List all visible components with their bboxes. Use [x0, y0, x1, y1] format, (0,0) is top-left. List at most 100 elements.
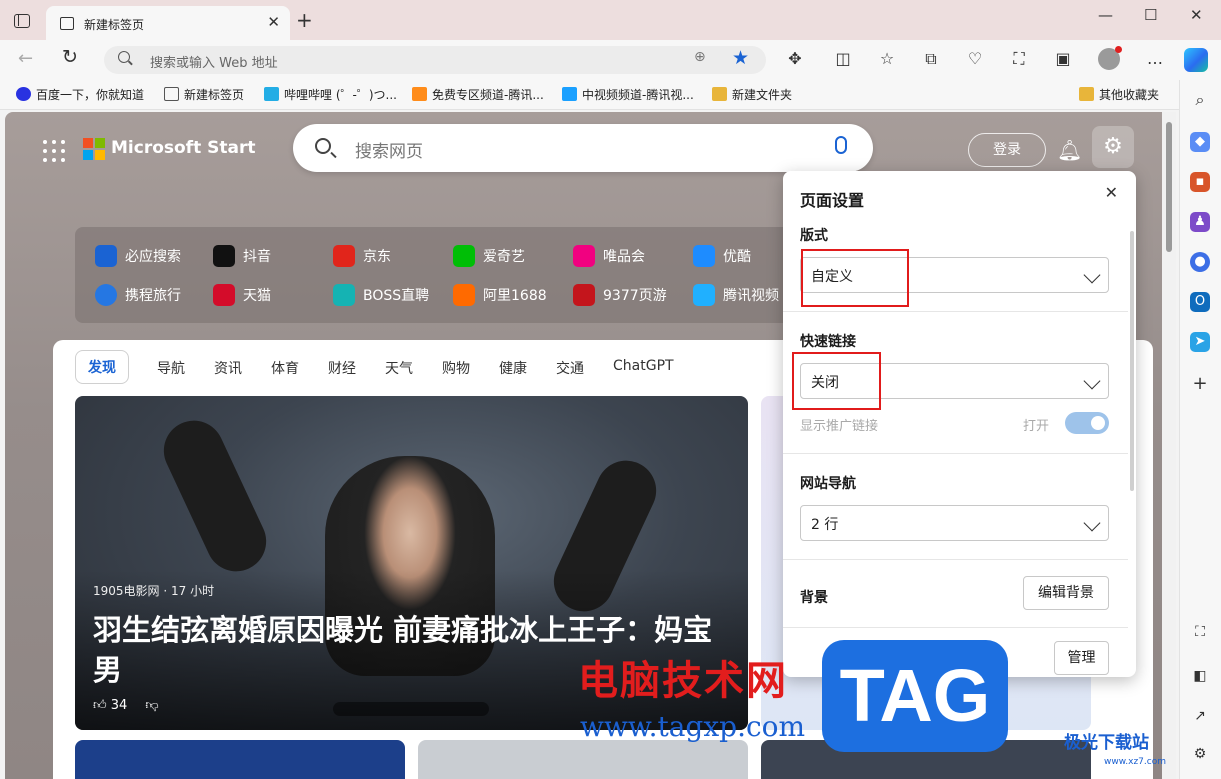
new-tab-button[interactable]: +	[296, 10, 313, 30]
panel-scrollbar[interactable]	[1130, 231, 1134, 491]
news-card-2[interactable]	[418, 740, 748, 779]
feed-tab-nav[interactable]: 导航	[157, 358, 185, 378]
carousel-dots[interactable]	[333, 702, 489, 716]
add-icon[interactable]: +	[1190, 374, 1210, 394]
favorite-bilibili[interactable]: 哔哩哔哩 (゜-゜)つ...	[264, 86, 397, 104]
tab-title: 新建标签页	[84, 18, 145, 32]
feed-tab-discover[interactable]: 发现	[75, 350, 129, 384]
more-options-icon[interactable]: …	[1144, 48, 1166, 70]
tencent-video-icon	[562, 87, 577, 101]
thumbs-up-icon[interactable]: 👍︎	[93, 698, 107, 713]
brand-name: Microsoft Start	[111, 138, 256, 158]
quick-link-boss[interactable]: BOSS直聘	[333, 284, 429, 306]
quick-link-label: 阿里1688	[483, 288, 547, 304]
thumbs-down-icon[interactable]: 👎︎	[145, 698, 158, 713]
extensions-icon[interactable]: ✥	[784, 48, 806, 70]
maximize-button[interactable]: ☐	[1144, 6, 1157, 24]
minimize-button[interactable]: —	[1098, 6, 1113, 24]
sitenav-dropdown[interactable]: 2 行	[800, 505, 1109, 541]
quick-link-tencent-video[interactable]: 腾讯视频	[693, 284, 779, 306]
games-icon[interactable]: ♟	[1190, 212, 1210, 232]
send-icon[interactable]: ➤	[1190, 332, 1210, 352]
search-placeholder: 搜索网页	[355, 142, 423, 162]
search-icon[interactable]: ⌕	[1190, 90, 1210, 110]
quick-link-jd[interactable]: 京东	[333, 245, 391, 267]
divider	[783, 559, 1128, 560]
app-launcher-icon[interactable]	[43, 140, 65, 162]
quick-link-youku[interactable]: 优酷	[693, 245, 751, 267]
favorite-new-folder[interactable]: 新建文件夹	[712, 86, 792, 104]
quick-link-label: 腾讯视频	[723, 288, 779, 304]
baidu-paw-icon	[16, 87, 31, 101]
screenshot-icon[interactable]: ⛶	[1008, 48, 1030, 70]
favorites-icon[interactable]: ☆	[876, 48, 898, 70]
divider	[783, 453, 1128, 454]
sidebar-layout-icon[interactable]: ◧	[1190, 666, 1210, 686]
open-external-icon[interactable]: ↗	[1190, 706, 1210, 726]
favorite-star-icon[interactable]: ★	[732, 47, 749, 69]
screenshot-icon[interactable]: ⛶	[1190, 622, 1210, 642]
browser-essentials-icon[interactable]: ♡	[964, 48, 986, 70]
shopping-tag-icon[interactable]: ◆	[1190, 132, 1210, 152]
zoom-icon[interactable]: ⊕	[694, 49, 706, 65]
microsoft365-icon[interactable]: ●	[1190, 252, 1210, 272]
feed-tab-health[interactable]: 健康	[499, 358, 527, 378]
boss-zhipin-icon	[333, 284, 355, 306]
tab-new-tab[interactable]: 新建标签页 ✕	[46, 6, 290, 40]
login-button[interactable]: 登录	[968, 133, 1046, 167]
outlook-icon[interactable]: O	[1190, 292, 1210, 312]
notification-bell-icon[interactable]: 🔔︎	[1057, 138, 1082, 162]
page-scrollbar[interactable]	[1162, 112, 1176, 779]
workspaces-icon[interactable]: ▣	[1052, 48, 1074, 70]
quick-link-vip[interactable]: 唯品会	[573, 245, 645, 267]
close-window-button[interactable]: ✕	[1190, 6, 1203, 24]
page-settings-gear-icon[interactable]: ⚙	[1092, 126, 1134, 168]
split-screen-icon[interactable]: ◫	[832, 48, 854, 70]
scrollbar-thumb[interactable]	[1166, 122, 1172, 252]
favorite-tencent-mid[interactable]: 中视频频道-腾讯视...	[562, 86, 694, 104]
chevron-down-icon	[1083, 514, 1101, 532]
promo-links-label: 显示推广链接	[800, 419, 879, 434]
quick-link-ctrip[interactable]: 携程旅行	[95, 284, 181, 306]
favorite-other[interactable]: 其他收藏夹	[1079, 86, 1159, 104]
microphone-icon[interactable]	[835, 136, 847, 154]
favorite-tencent-free[interactable]: 免费专区频道-腾讯...	[412, 86, 544, 104]
manage-button[interactable]: 管理	[1054, 641, 1109, 675]
close-icon[interactable]: ✕	[1105, 183, 1118, 202]
quick-link-1688[interactable]: 阿里1688	[453, 284, 547, 306]
feed-tab-traffic[interactable]: 交通	[556, 358, 584, 378]
back-arrow-icon[interactable]: ←	[18, 48, 33, 69]
bing-search-icon	[95, 245, 117, 267]
quick-link-bing[interactable]: 必应搜索	[95, 245, 181, 267]
feed-tab-sports[interactable]: 体育	[271, 358, 299, 378]
settings-icon[interactable]: ⚙	[1190, 744, 1210, 764]
chevron-down-icon	[1083, 372, 1101, 390]
close-tab-icon[interactable]: ✕	[267, 13, 280, 31]
quick-link-9377[interactable]: 9377页游	[573, 284, 667, 306]
promo-links-toggle[interactable]	[1065, 412, 1109, 434]
refresh-icon[interactable]: ↻	[62, 46, 78, 68]
tools-icon[interactable]: ▪	[1190, 172, 1210, 192]
tab-actions-icon[interactable]	[14, 14, 30, 28]
favorite-new-tab[interactable]: 新建标签页	[164, 86, 244, 104]
profile-avatar[interactable]	[1098, 46, 1122, 70]
copilot-icon[interactable]	[1184, 48, 1208, 72]
edit-background-button[interactable]: 编辑背景	[1023, 576, 1109, 610]
feed-tab-chatgpt[interactable]: ChatGPT	[613, 358, 674, 374]
sitenav-label: 网站导航	[800, 476, 856, 492]
web-search-box[interactable]: 搜索网页	[293, 124, 873, 172]
quick-link-label: 唯品会	[603, 249, 645, 265]
address-bar[interactable]: 搜索或输入 Web 地址 ⊕ ★	[104, 46, 766, 74]
feed-tab-shopping[interactable]: 购物	[442, 358, 470, 378]
tencent-video-icon	[412, 87, 427, 101]
quick-link-iqiyi[interactable]: 爱奇艺	[453, 245, 525, 267]
quick-link-douyin[interactable]: 抖音	[213, 245, 271, 267]
collections-icon[interactable]: ⧉	[920, 48, 942, 70]
feed-tab-finance[interactable]: 财经	[328, 358, 356, 378]
chevron-down-icon	[1083, 266, 1101, 284]
feed-tab-news[interactable]: 资讯	[214, 358, 242, 378]
favorite-baidu[interactable]: 百度一下，你就知道	[16, 86, 144, 104]
news-card-cctv[interactable]	[75, 740, 405, 779]
quick-link-tmall[interactable]: 天猫	[213, 284, 271, 306]
feed-tab-weather[interactable]: 天气	[385, 358, 413, 378]
